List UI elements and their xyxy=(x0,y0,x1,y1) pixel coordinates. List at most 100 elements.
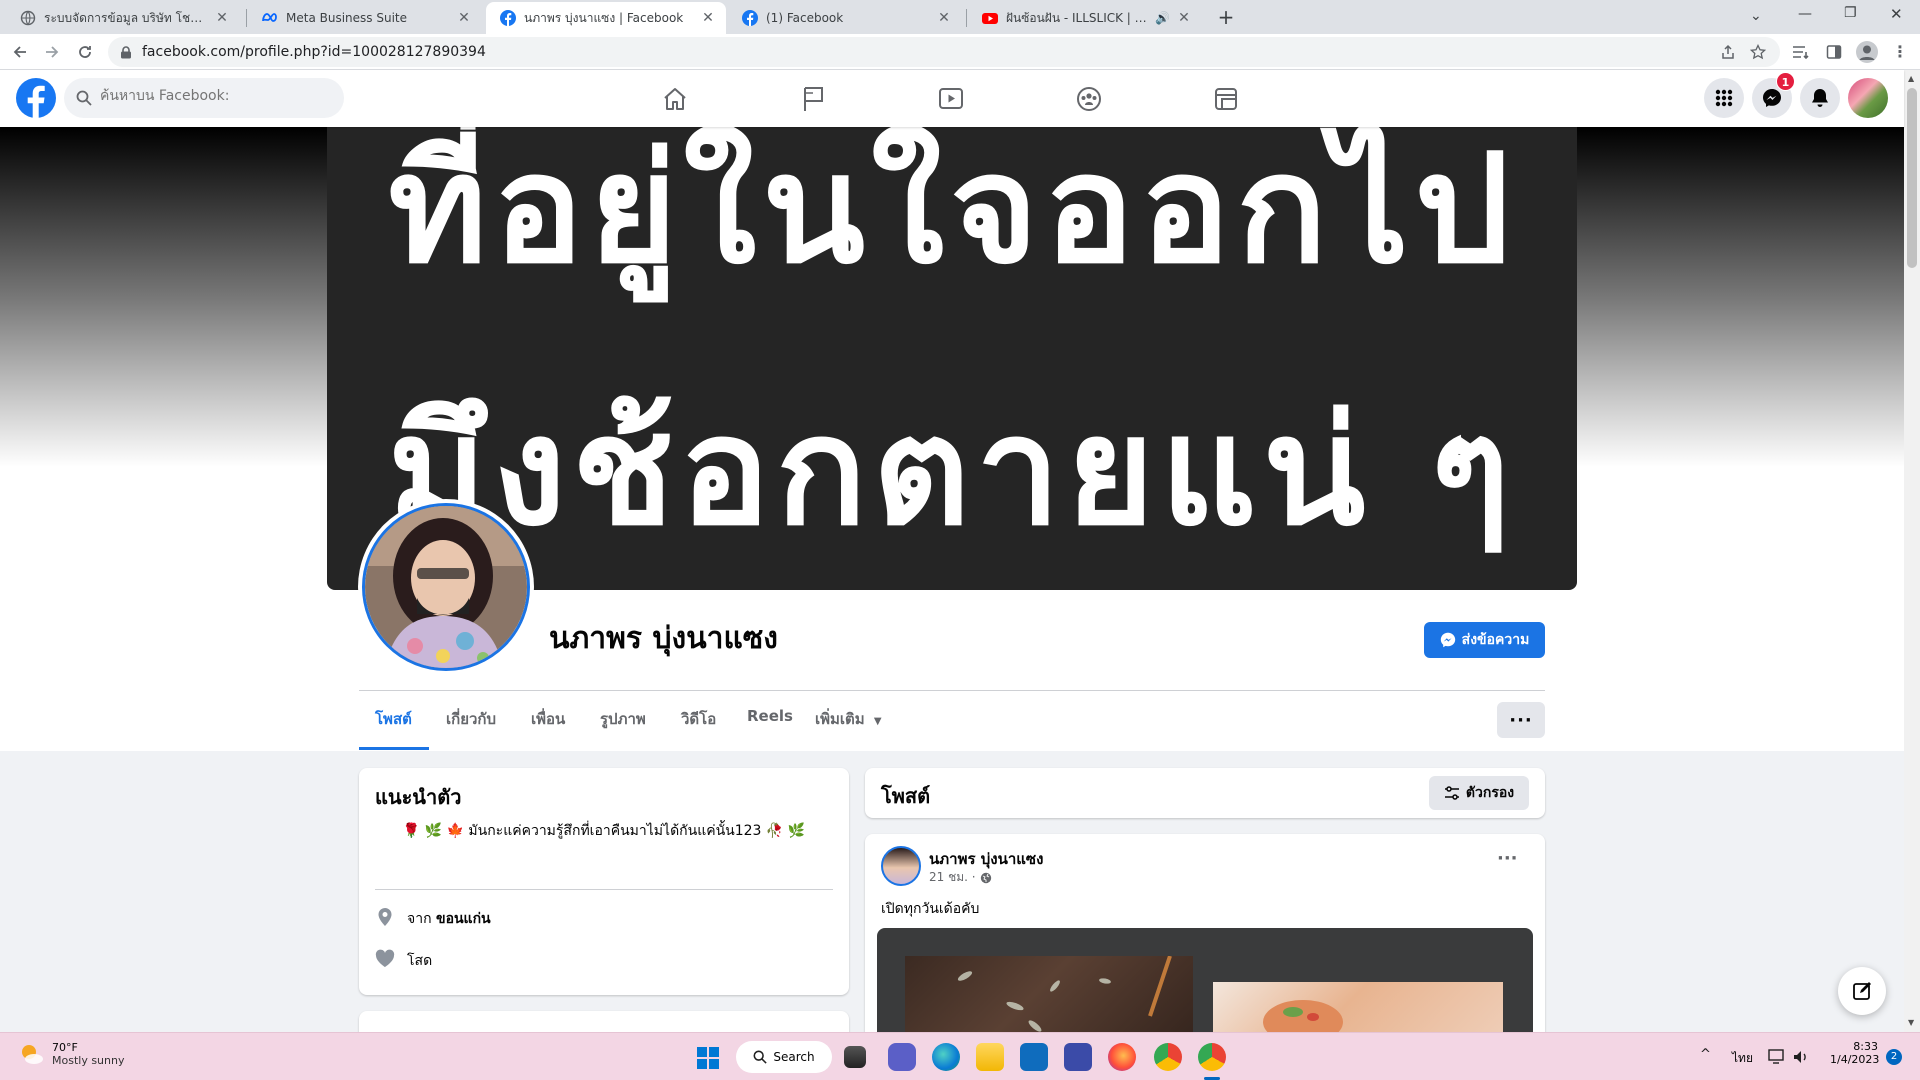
taskbar-search-label: Search xyxy=(773,1050,815,1064)
new-tab-button[interactable]: + xyxy=(1214,6,1238,30)
browser-tab-5[interactable]: ฝันซ้อนฝัน - ILLSLICK | กำลังเล่น 🔊 ✕ xyxy=(968,2,1202,34)
filter-sliders-icon xyxy=(1444,786,1459,800)
home-nav-icon[interactable] xyxy=(662,87,688,111)
teams-chat-icon[interactable] xyxy=(888,1043,916,1071)
menu-button[interactable] xyxy=(1704,78,1744,118)
browser-tab-4[interactable]: (1) Facebook ✕ xyxy=(728,2,962,34)
speaker-icon[interactable]: 🔊 xyxy=(1155,11,1170,25)
lock-icon[interactable] xyxy=(120,46,132,59)
search-input[interactable] xyxy=(100,88,330,104)
profile-avatar-icon[interactable] xyxy=(1856,41,1878,63)
from-place[interactable]: ขอนแก่น xyxy=(436,911,491,927)
post-card: นภาพร บุ่งนาแซง 21 ชม. · ··· เปิดทุกวันเ… xyxy=(865,834,1545,1032)
weather-widget[interactable]: 70°F Mostly sunny xyxy=(18,1041,124,1067)
notification-count-badge[interactable]: 2 xyxy=(1886,1049,1902,1065)
messenger-button[interactable]: 1 xyxy=(1752,72,1795,118)
browser-tab-3-active[interactable]: นภาพร บุ่งนาแซง | Facebook ✕ xyxy=(486,2,726,34)
photos-card xyxy=(359,1011,849,1032)
tab-videos[interactable]: วิดีโอ xyxy=(681,707,716,731)
minimize-icon[interactable]: — xyxy=(1798,6,1812,22)
kebab-menu-icon[interactable]: ⋮ xyxy=(1892,42,1908,61)
post-time[interactable]: 21 ชม. · xyxy=(929,868,976,887)
bookmark-star-icon[interactable] xyxy=(1750,44,1766,60)
page-scrollbar[interactable]: ▲ ▼ xyxy=(1904,70,1920,1032)
reading-list-icon[interactable] xyxy=(1792,44,1810,60)
search-icon xyxy=(753,1050,768,1064)
pages-flag-nav-icon[interactable] xyxy=(802,86,826,112)
back-arrow-icon[interactable] xyxy=(12,44,28,60)
chrome-icon[interactable] xyxy=(1154,1043,1182,1071)
filter-label: ตัวกรอง xyxy=(1465,785,1515,801)
scroll-up-arrow-icon[interactable]: ▲ xyxy=(1908,74,1914,83)
reload-icon[interactable] xyxy=(77,44,93,60)
close-window-icon[interactable]: ✕ xyxy=(1890,5,1903,23)
facebook-header: 1 xyxy=(0,70,1904,127)
facebook-icon xyxy=(500,10,516,26)
send-message-button[interactable]: ส่งข้อความ xyxy=(1424,622,1545,658)
chrome-active-icon[interactable] xyxy=(1198,1043,1226,1071)
clock[interactable]: 8:33 1/4/2023 xyxy=(1830,1040,1880,1066)
grid-menu-icon xyxy=(1715,89,1733,107)
tab-posts[interactable]: โพสต์ xyxy=(375,707,412,731)
restore-icon[interactable]: ❐ xyxy=(1844,5,1857,21)
taskbar-search[interactable]: Search xyxy=(736,1041,832,1073)
post-author-avatar[interactable] xyxy=(881,846,921,886)
show-hidden-icons-chevron[interactable]: ^ xyxy=(1700,1047,1711,1062)
close-tab-icon[interactable]: ✕ xyxy=(1176,10,1192,26)
input-language[interactable]: ไทย xyxy=(1732,1049,1753,1068)
tab-friends[interactable]: เพื่อน xyxy=(531,707,565,731)
compose-edit-icon xyxy=(1853,982,1871,1000)
tab-photos[interactable]: รูปภาพ xyxy=(600,707,646,731)
post-meta: 21 ชม. · xyxy=(929,868,992,887)
cover-photo[interactable]: ที่อยู่ในใจออกไป มึงช้อกตายแน่ ๆ xyxy=(327,127,1577,590)
post-menu-button[interactable]: ··· xyxy=(1497,848,1518,869)
scroll-down-arrow-icon[interactable]: ▼ xyxy=(1908,1018,1914,1027)
edge-browser-icon[interactable] xyxy=(932,1043,960,1071)
tab-title: Meta Business Suite xyxy=(286,11,407,25)
close-tab-icon[interactable]: ✕ xyxy=(456,10,472,26)
url-text: facebook.com/profile.php?id=100028127890… xyxy=(142,44,486,60)
facebook-logo-icon[interactable] xyxy=(16,78,56,118)
close-tab-icon[interactable]: ✕ xyxy=(936,10,952,26)
post-image-2[interactable] xyxy=(1213,982,1503,1032)
mail-icon[interactable] xyxy=(1020,1043,1048,1071)
close-tab-icon[interactable]: ✕ xyxy=(700,10,716,26)
new-message-button[interactable] xyxy=(1838,967,1886,1015)
network-icon[interactable] xyxy=(1768,1049,1786,1065)
watch-video-nav-icon[interactable] xyxy=(938,87,964,111)
tab-search-icon[interactable]: ⌄ xyxy=(1750,8,1762,24)
browser-tab-2[interactable]: Meta Business Suite ✕ xyxy=(248,2,482,34)
gaming-nav-icon[interactable] xyxy=(1214,87,1238,111)
browser-tab-1[interactable]: ระบบจัดการข้อมูล บริษัท โชคลูกน็อต จำกัด… xyxy=(6,2,240,34)
filter-button[interactable]: ตัวกรอง xyxy=(1429,776,1529,810)
groups-nav-icon[interactable] xyxy=(1076,86,1102,112)
post-image-1[interactable] xyxy=(905,956,1193,1032)
side-panel-icon[interactable] xyxy=(1826,44,1842,60)
notifications-button[interactable] xyxy=(1800,78,1840,118)
share-icon[interactable] xyxy=(1720,44,1736,60)
close-tab-icon[interactable]: ✕ xyxy=(214,10,230,26)
task-view-icon[interactable] xyxy=(844,1046,866,1068)
windows-start-icon[interactable] xyxy=(696,1046,720,1070)
firefox-icon[interactable] xyxy=(1108,1043,1136,1071)
scrollbar-thumb[interactable] xyxy=(1907,88,1917,268)
bell-icon xyxy=(1812,89,1828,107)
weather-temp: 70°F xyxy=(52,1041,78,1054)
post-media[interactable] xyxy=(877,928,1533,1032)
tab-reels[interactable]: Reels xyxy=(747,707,793,725)
tab-about[interactable]: เกี่ยวกับ xyxy=(446,707,496,731)
file-explorer-icon[interactable] xyxy=(976,1043,1004,1071)
volume-icon[interactable] xyxy=(1792,1049,1810,1065)
tab-more[interactable]: เพิ่มเติม ▼ xyxy=(815,707,882,731)
intro-from: จาก ขอนแก่น xyxy=(407,908,491,930)
profile-more-button[interactable]: ··· xyxy=(1497,702,1545,738)
facebook-search[interactable] xyxy=(64,78,344,118)
account-avatar[interactable] xyxy=(1848,78,1888,118)
forward-arrow-icon[interactable] xyxy=(44,44,60,60)
intro-divider xyxy=(375,889,833,890)
photo-editor-icon[interactable] xyxy=(1064,1043,1092,1071)
profile-picture[interactable] xyxy=(358,499,534,675)
clock-date: 1/4/2023 xyxy=(1830,1053,1880,1066)
address-bar[interactable]: facebook.com/profile.php?id=100028127890… xyxy=(108,37,1780,67)
posts-header-card: โพสต์ ตัวกรอง xyxy=(865,768,1545,818)
